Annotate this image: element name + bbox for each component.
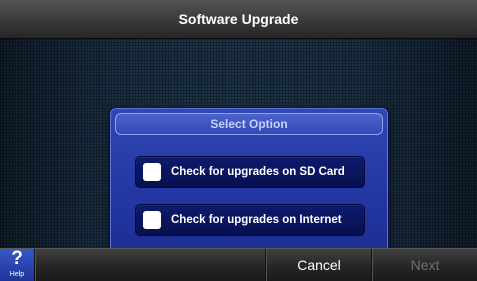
dialog-title: Select Option	[115, 113, 383, 135]
sd-card-checkbox[interactable]	[143, 163, 161, 181]
page-title: Software Upgrade	[178, 11, 299, 27]
next-button[interactable]: Next	[373, 249, 477, 281]
help-icon: ?	[11, 248, 23, 269]
internet-option-button[interactable]: Check for upgrades on Internet	[135, 204, 365, 236]
select-option-dialog: Select Option Check for upgrades on SD C…	[110, 108, 388, 260]
sd-card-option-label: Check for upgrades on SD Card	[171, 166, 345, 178]
internet-option-label: Check for upgrades on Internet	[171, 214, 342, 226]
help-button[interactable]: ? Help	[0, 249, 34, 281]
bottom-bar: ? Help Cancel Next	[0, 248, 477, 281]
internet-checkbox[interactable]	[143, 211, 161, 229]
cancel-button[interactable]: Cancel	[267, 249, 371, 281]
divider	[34, 249, 36, 281]
content-area: Select Option Check for upgrades on SD C…	[0, 39, 477, 260]
sd-card-option-button[interactable]: Check for upgrades on SD Card	[135, 156, 365, 188]
help-label: Help	[9, 271, 25, 278]
title-bar: Software Upgrade	[0, 0, 477, 39]
